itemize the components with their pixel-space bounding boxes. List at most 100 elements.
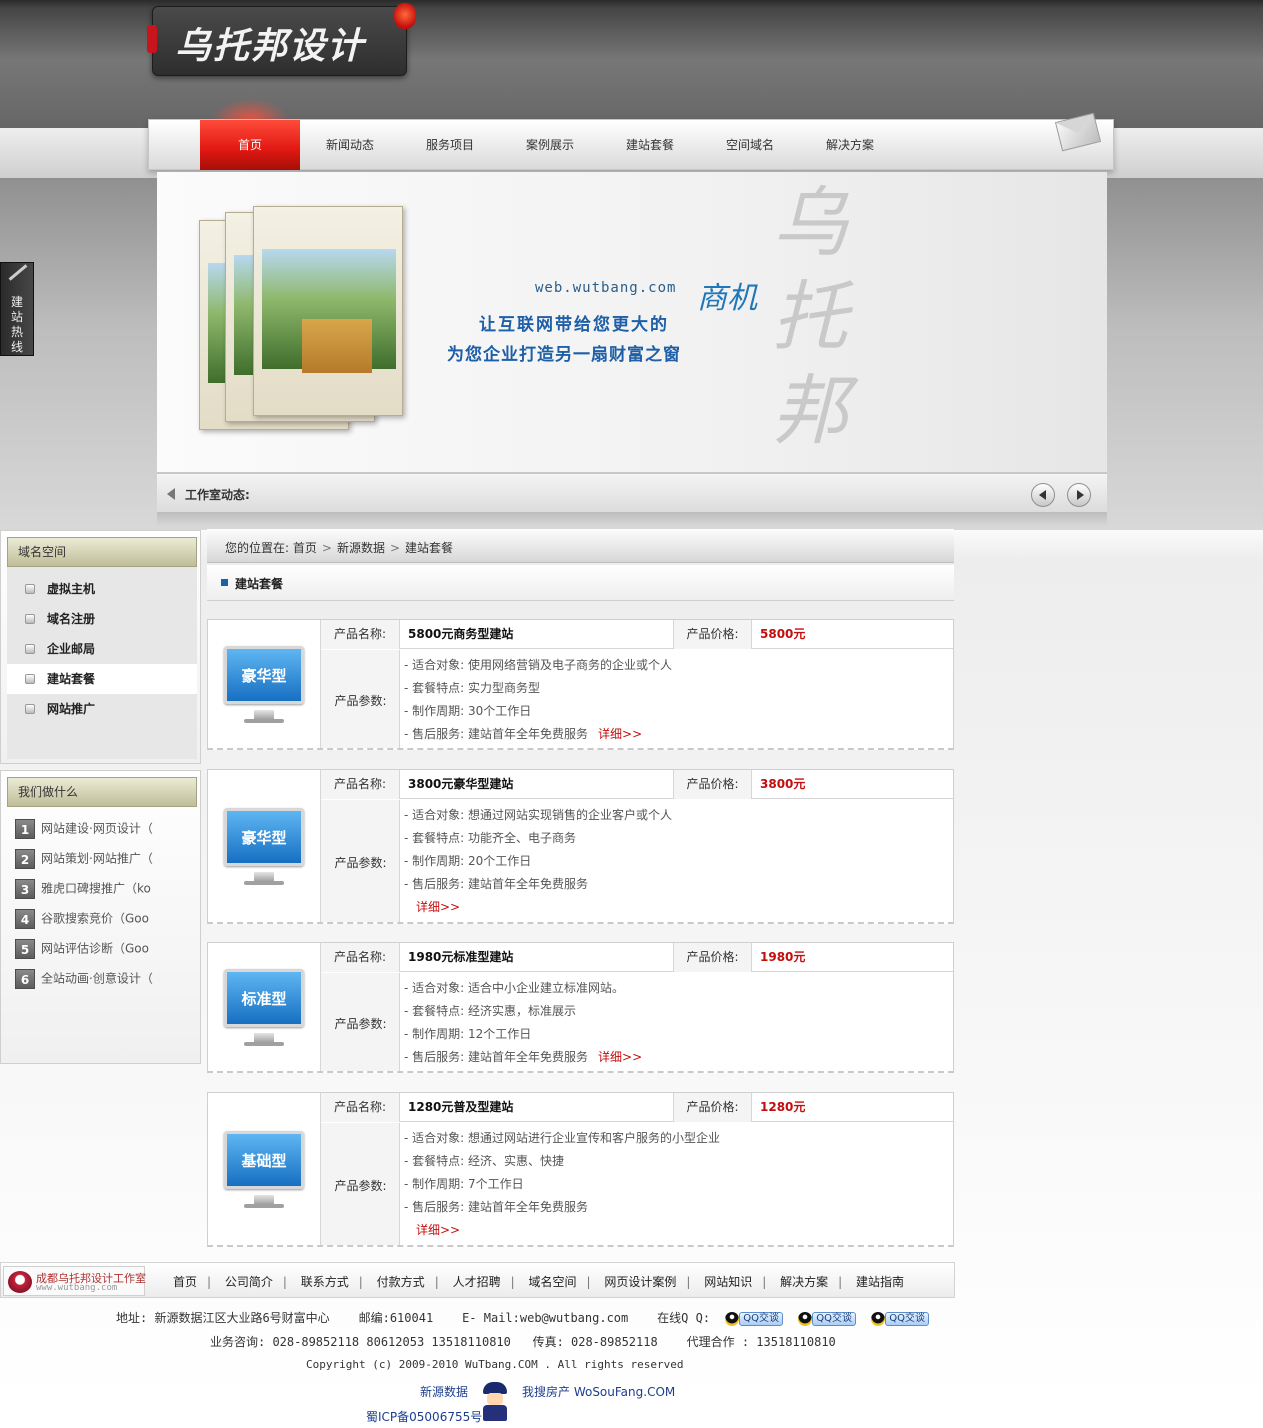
service-item[interactable]: 2 网站策划·网站推广（ — [15, 847, 195, 869]
product-params: - 适合对象: 使用网络营销及电子商务的企业或个人 - 套餐特点: 实力型商务型… — [404, 658, 673, 741]
footer-email[interactable]: E- Mail:web@wutbang.com — [462, 1311, 628, 1325]
breadcrumb-current[interactable]: 建站套餐 — [405, 541, 453, 555]
qq-penguin-icon — [871, 1311, 886, 1326]
detail-link[interactable]: 详细>> — [598, 727, 642, 741]
qq-chat-button[interactable]: QQ交谈 — [798, 1311, 857, 1326]
product-name-label: 产品名称: — [321, 770, 400, 799]
banner-calligraphy-small: 商机 — [697, 281, 757, 316]
service-item[interactable]: 6 全站动画·创意设计（ — [15, 967, 195, 989]
service-item[interactable]: 4 谷歌搜索竞价（Goo — [15, 907, 195, 929]
section-title: 建站套餐 — [235, 577, 284, 591]
product-name: 3800元豪华型建站 — [408, 777, 514, 791]
breadcrumb-prefix: 您的位置在: — [225, 541, 290, 555]
hero-banner: web.wutbang.com 让互联网带给您更大的 为您企业打造另一扇财富之窗… — [157, 172, 1107, 472]
product-name-label: 产品名称: — [321, 620, 400, 649]
square-bullet-icon — [221, 579, 228, 586]
side-item-promotion[interactable]: 网站推广 — [7, 694, 197, 724]
detail-link[interactable]: 详细>> — [416, 1223, 460, 1237]
qq-chat-button[interactable]: QQ交谈 — [725, 1311, 784, 1326]
nav-cases[interactable]: 案例展示 — [500, 120, 600, 170]
site-logo[interactable]: 乌托邦设计 — [147, 3, 416, 76]
product-price: 1980元 — [760, 950, 806, 964]
product-params-label: 产品参数: — [334, 856, 387, 870]
banner-url: web.wutbang.com — [535, 280, 677, 296]
footer-link-domain[interactable]: 域名空间 — [528, 1275, 576, 1289]
hotline-tab[interactable]: 建站热线 — [0, 262, 34, 356]
monitor-icon: 豪华型 — [224, 646, 304, 704]
police-badge-icon[interactable] — [481, 1382, 509, 1422]
product-price-label: 产品价格: — [673, 620, 752, 649]
lantern-icon — [394, 3, 416, 29]
domain-space-box: 域名空间 虚拟主机 域名注册 企业邮局 建站套餐 网站推广 — [0, 530, 201, 764]
product-params: - 适合对象: 适合中小企业建立标准网站。 - 套餐特点: 经济实惠，标准展示 … — [404, 981, 643, 1064]
footer-link-payment[interactable]: 付款方式 — [377, 1275, 425, 1289]
detail-link[interactable]: 详细>> — [416, 900, 460, 914]
service-item[interactable]: 3 雅虎口碑搜推广（ko — [15, 877, 195, 899]
nav-domain[interactable]: 空间域名 — [700, 120, 800, 170]
product-card: 标准型 产品名称: 1980元标准型建站 产品价格: 1980元 产品参数: -… — [207, 942, 954, 1073]
breadcrumb-xinyuan[interactable]: 新源数据 — [337, 541, 385, 555]
monitor-icon: 标准型 — [224, 969, 304, 1027]
service-item[interactable]: 5 网站评估诊断（Goo — [15, 937, 195, 959]
footer-phone: 业务咨询: 028-89852118 80612053 13518110810 — [210, 1335, 511, 1349]
detail-link[interactable]: 详细>> — [598, 1050, 642, 1064]
footer-link-cases[interactable]: 网页设计案例 — [604, 1275, 676, 1289]
side-item-packages[interactable]: 建站套餐 — [7, 664, 197, 694]
footer-online-qq: 在线Q Q: — [657, 1311, 711, 1325]
footer-link-knowledge[interactable]: 网站知识 — [704, 1275, 752, 1289]
product-params: - 适合对象: 想通过网站进行企业宣传和客户服务的小型企业 - 套餐特点: 经济… — [404, 1131, 721, 1237]
footer-link-about[interactable]: 公司简介 — [225, 1275, 273, 1289]
product-name: 1980元标准型建站 — [408, 950, 514, 964]
icp-license-link[interactable]: 蜀ICP备05006755号 — [366, 1408, 482, 1425]
footer-link-home[interactable]: 首页 — [173, 1275, 197, 1289]
product-image: 豪华型 — [208, 620, 321, 748]
side-item-virtual-host[interactable]: 虚拟主机 — [7, 574, 197, 604]
nav-solutions[interactable]: 解决方案 — [800, 120, 900, 170]
footer-phone-line: 业务咨询: 028-89852118 80612053 13518110810 … — [210, 1333, 836, 1350]
chevron-right-icon: > — [389, 541, 401, 555]
footer-link-guide[interactable]: 建站指南 — [856, 1275, 904, 1289]
side-item-enterprise-mail[interactable]: 企业邮局 — [7, 634, 197, 664]
plus-icon — [25, 644, 35, 654]
nav-home[interactable]: 首页 — [200, 120, 300, 170]
product-name: 5800元商务型建站 — [408, 627, 514, 641]
what-we-do-title: 我们做什么 — [7, 777, 197, 807]
breadcrumb-home[interactable]: 首页 — [293, 541, 317, 555]
triangle-left-icon — [167, 488, 175, 500]
news-ticker-bar: 工作室动态: — [157, 472, 1107, 512]
magic-wand-icon — [8, 264, 28, 281]
brochure-page — [253, 206, 403, 416]
plus-icon — [25, 614, 35, 624]
service-item[interactable]: 1 网站建设·网页设计（ — [15, 817, 195, 839]
plus-icon — [25, 584, 35, 594]
friend-link-xinyuan[interactable]: 新源数据 — [420, 1383, 468, 1400]
side-item-domain-register[interactable]: 域名注册 — [7, 604, 197, 634]
monitor-icon: 基础型 — [224, 1131, 304, 1189]
banner-calligraphy-big: 乌托邦 — [772, 178, 848, 455]
breadcrumb: 您的位置在: 首页 > 新源数据 > 建站套餐 — [207, 529, 954, 563]
arrow-right-icon — [1077, 490, 1084, 500]
footer-link-jobs[interactable]: 人才招聘 — [453, 1275, 501, 1289]
qq-chat-button[interactable]: QQ交谈 — [871, 1311, 930, 1326]
product-name-label: 产品名称: — [321, 1093, 400, 1122]
nav-services[interactable]: 服务项目 — [400, 120, 500, 170]
footer-link-contact[interactable]: 联系方式 — [301, 1275, 349, 1289]
footer-link-solutions[interactable]: 解决方案 — [780, 1275, 828, 1289]
footer-copyright: Copyright (c) 2009-2010 WuTbang.COM . Al… — [306, 1358, 684, 1371]
hotline-label: 建站热线 — [11, 295, 24, 354]
product-card: 豪华型 产品名称: 5800元商务型建站 产品价格: 5800元 产品参数: -… — [207, 619, 954, 750]
ticker-shadow — [157, 512, 1107, 526]
studio-logo-icon — [8, 1271, 32, 1293]
banner-slogan-1: 让互联网带给您更大的 — [479, 315, 669, 335]
product-params-label: 产品参数: — [334, 1017, 387, 1031]
friend-link-wosoufang[interactable]: 我搜房产 WoSouFang.COM — [522, 1383, 675, 1400]
ticker-prev-button[interactable] — [1031, 483, 1055, 507]
ticker-next-button[interactable] — [1067, 483, 1091, 507]
plus-icon — [25, 674, 35, 684]
nav-packages[interactable]: 建站套餐 — [600, 120, 700, 170]
product-name-label: 产品名称: — [321, 943, 400, 972]
logo-text: 乌托邦设计 — [175, 25, 366, 67]
nav-news[interactable]: 新闻动态 — [300, 120, 400, 170]
footer-zip: 邮编:610041 — [358, 1311, 434, 1325]
footer-logo[interactable]: 成都乌托邦设计工作室 www.wutbang.com — [3, 1266, 146, 1296]
